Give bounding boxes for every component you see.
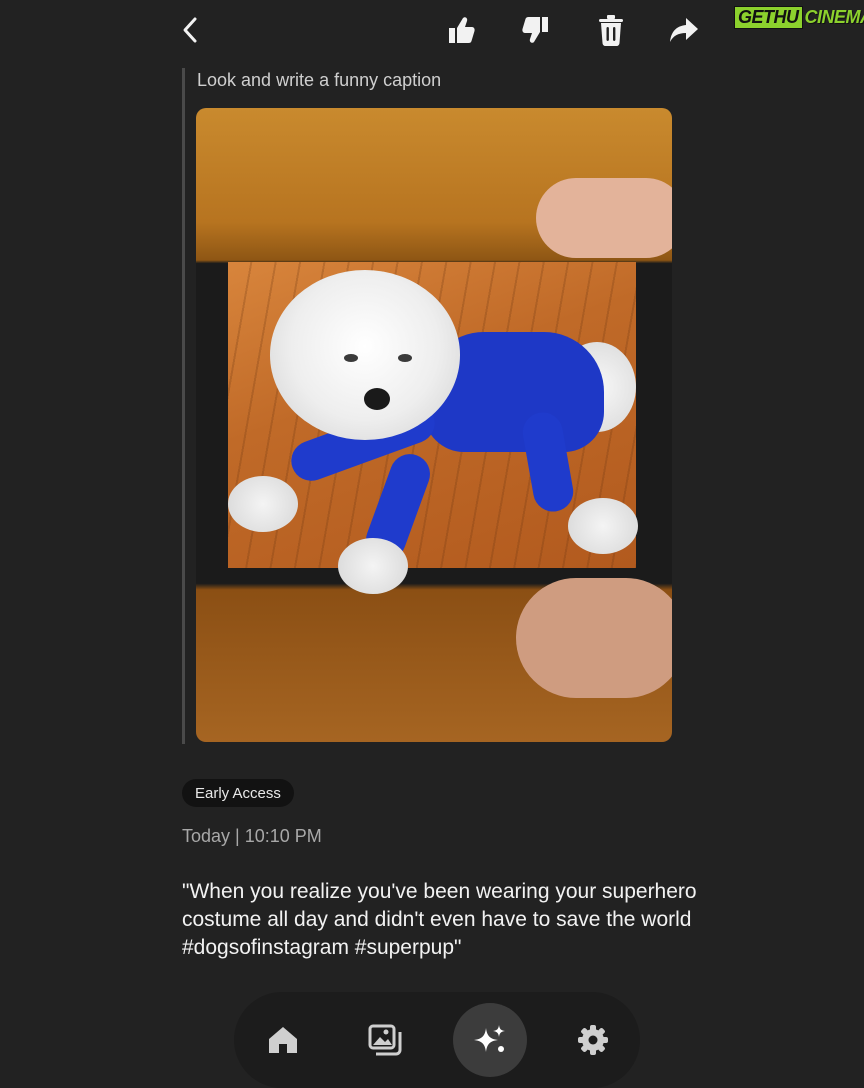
- user-prompt: Look and write a funny caption: [197, 70, 441, 91]
- bottom-nav: [234, 992, 640, 1088]
- dog-head: [270, 270, 460, 440]
- nav-settings-button[interactable]: [563, 1010, 623, 1070]
- thumbs-down-icon: [520, 14, 552, 46]
- nav-ai-button[interactable]: [453, 1003, 527, 1077]
- thumbs-down-button[interactable]: [516, 10, 556, 50]
- share-button[interactable]: [664, 10, 704, 50]
- photo-thumb-top: [536, 178, 672, 258]
- photo-thumb-bottom: [516, 578, 672, 698]
- phone-screen: [228, 262, 636, 568]
- early-access-badge: Early Access: [182, 779, 294, 807]
- watermark-part-1: GETHU: [734, 6, 803, 29]
- delete-button[interactable]: [591, 10, 631, 50]
- back-button[interactable]: [170, 10, 210, 50]
- settings-gear-icon: [577, 1024, 609, 1056]
- watermark-part-2: CINEMA: [803, 7, 864, 28]
- chevron-left-icon: [179, 16, 201, 44]
- nav-home-button[interactable]: [253, 1010, 313, 1070]
- sparkle-ai-icon: [472, 1022, 508, 1058]
- trash-icon: [597, 14, 625, 46]
- thumbs-up-icon: [445, 14, 477, 46]
- home-icon: [267, 1025, 299, 1055]
- nav-gallery-button[interactable]: [355, 1010, 415, 1070]
- watermark-logo: GETHUCINEMA: [734, 6, 864, 28]
- thumbs-up-button[interactable]: [441, 10, 481, 50]
- attached-photo[interactable]: [196, 108, 672, 742]
- message-timestamp: Today | 10:10 PM: [182, 826, 322, 847]
- share-arrow-icon: [668, 15, 700, 45]
- ai-response-caption: "When you realize you've been wearing yo…: [182, 878, 722, 962]
- prompt-quote-bar: [182, 68, 185, 744]
- gallery-icon: [368, 1024, 402, 1056]
